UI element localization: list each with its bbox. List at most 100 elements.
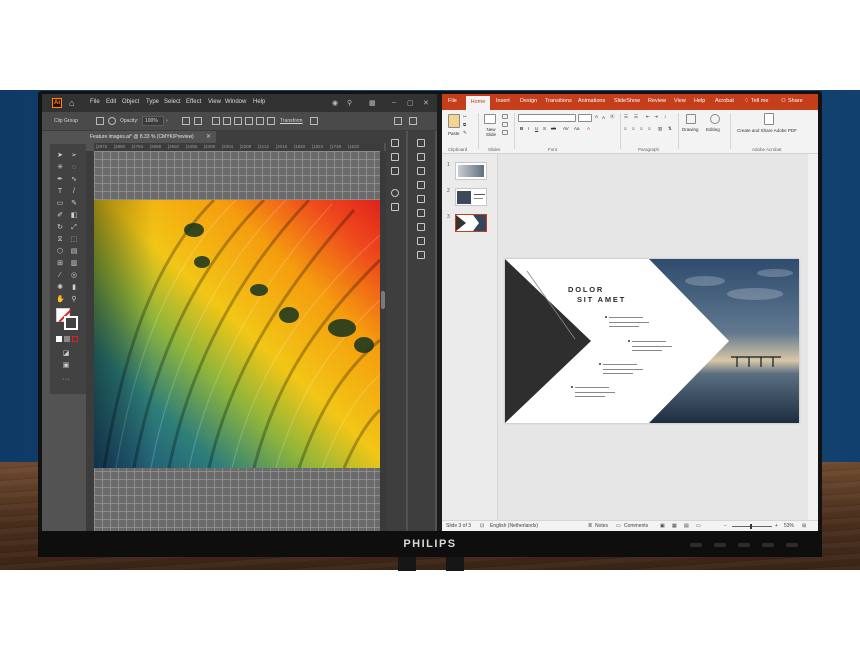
text-direction-icon[interactable]: ⇅	[668, 126, 672, 132]
shrink-font-icon[interactable]: A	[602, 115, 605, 120]
color-panel-icon[interactable]	[391, 189, 399, 197]
slide-scrollbar[interactable]	[808, 154, 818, 520]
italic-icon[interactable]: I	[528, 126, 529, 131]
none-mode-icon[interactable]	[72, 336, 78, 342]
slideshow-icon[interactable]: ▭	[696, 523, 701, 529]
curvature-tool-icon[interactable]: ∿	[70, 176, 78, 184]
layout-icon[interactable]	[502, 114, 508, 119]
paste-button[interactable]: Paste	[448, 131, 460, 136]
workspace-icon[interactable]: ▦	[369, 99, 376, 107]
clear-format-icon[interactable]: Ⓐ	[610, 114, 615, 120]
center-text-icon[interactable]: ≡	[632, 126, 635, 131]
tab-design[interactable]: Design	[520, 98, 537, 104]
zoom-slider[interactable]	[732, 526, 772, 527]
justify-icon[interactable]: ≡	[648, 126, 651, 131]
maximize-icon[interactable]: ▢	[407, 99, 414, 107]
hand-tool-icon[interactable]: ✋	[56, 296, 65, 304]
mesh-tool-icon[interactable]: ⊞	[56, 260, 64, 268]
color-mode-icon[interactable]	[56, 336, 62, 342]
tab-help[interactable]: Help	[694, 98, 705, 104]
slide-sorter-icon[interactable]: ▦	[672, 523, 677, 529]
editing-button[interactable]: Editing	[706, 127, 720, 132]
strikethrough-icon[interactable]: ab	[551, 126, 556, 131]
slide-thumbnail-3-selected[interactable]	[455, 214, 487, 232]
rotate-tool-icon[interactable]: ↻	[56, 224, 64, 232]
align-right-text-icon[interactable]: ≡	[640, 126, 643, 131]
zoom-slider-thumb[interactable]	[750, 524, 752, 529]
opacity-arrow-icon[interactable]: ›	[166, 118, 168, 124]
symbols-panel-icon[interactable]	[417, 153, 425, 161]
align-left-text-icon[interactable]: ≡	[624, 126, 627, 131]
tab-review[interactable]: Review	[648, 98, 666, 104]
graphic-styles-panel-icon[interactable]	[417, 167, 425, 175]
paste-icon[interactable]	[448, 114, 460, 128]
menu-edit[interactable]: Edit	[106, 99, 116, 105]
close-tab-icon[interactable]: ✕	[206, 131, 211, 143]
spacing-icon[interactable]: AV	[563, 126, 569, 131]
zoom-out-icon[interactable]: −	[724, 523, 727, 529]
slide-title-line1[interactable]: DOLOR	[568, 285, 604, 294]
menu-object[interactable]: Object	[122, 99, 139, 105]
slide-thumbnail-2[interactable]	[455, 188, 487, 206]
shaper-tool-icon[interactable]: ✐	[56, 212, 64, 220]
align-bottom-icon[interactable]	[267, 117, 275, 125]
stroke-swatch[interactable]	[64, 316, 78, 330]
screen-mode-icon[interactable]: ▣	[62, 362, 70, 370]
links-panel-icon[interactable]	[417, 251, 425, 259]
account-icon[interactable]: ◉	[332, 99, 338, 107]
align-left-icon[interactable]	[212, 117, 220, 125]
draw-mode-icon[interactable]: ◪	[62, 350, 70, 358]
spellcheck-icon[interactable]: ⊡	[480, 523, 484, 529]
transparency-panel-icon[interactable]	[417, 237, 425, 245]
menu-effect[interactable]: Effect	[186, 99, 201, 105]
isolate-icon[interactable]	[108, 117, 116, 125]
current-slide[interactable]: DOLOR SIT AMET	[505, 259, 799, 423]
align-right-icon[interactable]	[234, 117, 242, 125]
tab-insert[interactable]: Insert	[496, 98, 510, 104]
transform-icon[interactable]	[310, 117, 318, 125]
scroll-thumb[interactable]	[381, 291, 385, 309]
bullets-icon[interactable]: ☰	[624, 114, 628, 120]
line-spacing-icon[interactable]: ↕	[664, 114, 666, 119]
layers-panel-icon[interactable]	[391, 153, 399, 161]
swatches-panel-icon[interactable]	[391, 203, 399, 211]
format-painter-icon[interactable]: ✎	[463, 130, 467, 136]
underline-icon[interactable]: U	[535, 126, 538, 131]
tab-slideshow[interactable]: SlideShow	[614, 98, 640, 104]
numbering-icon[interactable]: ☰	[634, 114, 638, 120]
align-panel-icon[interactable]	[417, 195, 425, 203]
share-button[interactable]: Share	[788, 98, 803, 104]
tab-file[interactable]: File	[448, 98, 457, 104]
align-top-icon[interactable]	[245, 117, 253, 125]
find-icon[interactable]	[710, 114, 720, 124]
comments-button[interactable]: Comments	[624, 523, 648, 529]
gradient-mode-icon[interactable]	[64, 336, 70, 342]
appearance-panel-icon[interactable]	[417, 181, 425, 189]
grow-font-icon[interactable]: A	[595, 114, 598, 119]
recolor-icon[interactable]	[182, 117, 190, 125]
zoom-level[interactable]: 53%	[784, 523, 794, 529]
more-tools-icon[interactable]: ···	[62, 376, 70, 384]
width-tool-icon[interactable]: ⧖	[56, 236, 64, 244]
direct-selection-tool-icon[interactable]: ➢	[70, 152, 78, 160]
lasso-tool-icon[interactable]: ◌	[70, 164, 78, 172]
selection-tool-icon[interactable]: ➤	[56, 152, 64, 160]
close-icon[interactable]: ✕	[423, 99, 429, 107]
normal-view-icon[interactable]: ▣	[660, 523, 665, 529]
libraries-panel-icon[interactable]	[391, 167, 399, 175]
menu-help[interactable]: Help	[253, 99, 265, 105]
slide-thumbnail-1[interactable]	[455, 162, 487, 180]
illustrator-app-icon[interactable]: Ai	[52, 98, 62, 108]
tab-transitions[interactable]: Transitions	[545, 98, 572, 104]
copy-icon[interactable]: ⧉	[463, 122, 466, 127]
panel-menu-icon[interactable]	[394, 117, 402, 125]
eraser-tool-icon[interactable]: ◧	[70, 212, 78, 220]
brushes-panel-icon[interactable]	[417, 139, 425, 147]
new-slide-button[interactable]: New Slide	[482, 127, 500, 137]
tab-home[interactable]: Home	[466, 96, 490, 110]
zoom-in-icon[interactable]: +	[775, 523, 778, 529]
artwork-feathers-image[interactable]	[94, 200, 380, 468]
pen-tool-icon[interactable]: ✒	[56, 176, 64, 184]
symbol-sprayer-tool-icon[interactable]: ✺	[56, 284, 64, 292]
cut-icon[interactable]: ✂	[463, 114, 467, 120]
